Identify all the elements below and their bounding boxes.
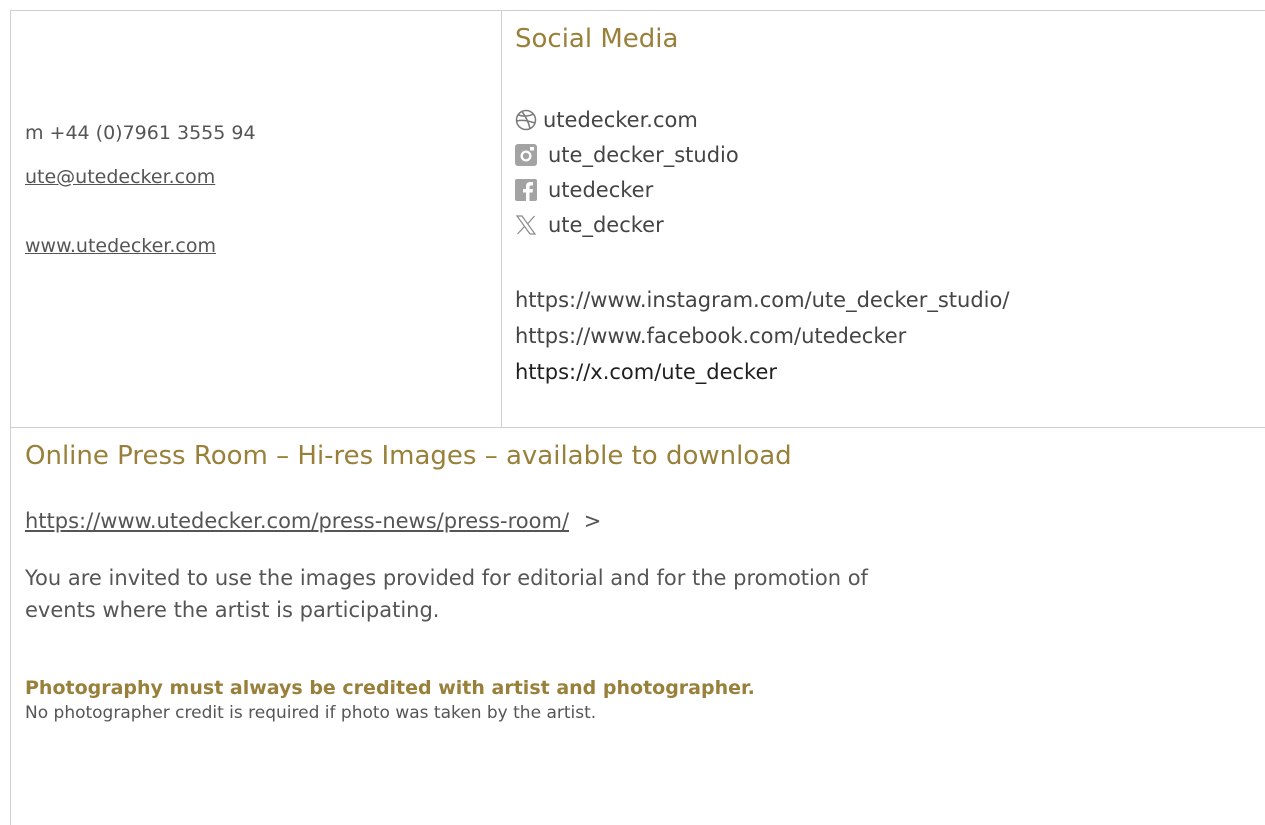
x-url-link[interactable]: https://x.com/ute_decker [515, 360, 777, 384]
press-room-heading: Online Press Room – Hi-res Images – avai… [25, 441, 792, 471]
social-item-facebook[interactable]: utedecker [515, 175, 653, 205]
credit-exception-note: No photographer credit is required if ph… [25, 703, 597, 723]
social-item-label: utedecker [548, 178, 654, 202]
row-divider [10, 427, 1265, 428]
press-room-arrow[interactable]: > [584, 509, 602, 533]
facebook-icon [515, 179, 537, 201]
dribbble-icon [515, 109, 537, 131]
press-room-link-row: https://www.utedecker.com/press-news/pre… [25, 509, 601, 533]
email-link[interactable]: ute@utedecker.com [25, 166, 215, 188]
phone-number: m +44 (0)7961 3555 94 [25, 122, 256, 144]
usage-paragraph-line: events where the artist is participating… [25, 598, 440, 622]
facebook-url-link[interactable]: https://www.facebook.com/utedecker [515, 324, 906, 348]
usage-paragraph-line: You are invited to use the images provid… [25, 566, 868, 590]
social-item-label: ute_decker [548, 213, 664, 237]
credit-requirement: Photography must always be credited with… [25, 677, 755, 699]
instagram-icon [515, 144, 537, 166]
website-link[interactable]: www.utedecker.com [25, 235, 216, 257]
social-item-label: utedecker.com [543, 108, 698, 132]
social-media-heading: Social Media [515, 24, 679, 54]
top-border [10, 10, 1265, 11]
instagram-url-link[interactable]: https://www.instagram.com/ute_decker_stu… [515, 288, 1009, 312]
social-item-instagram[interactable]: ute_decker_studio [515, 140, 739, 170]
x-icon [515, 214, 537, 236]
social-item-x[interactable]: ute_decker [515, 210, 664, 240]
press-room-link[interactable]: https://www.utedecker.com/press-news/pre… [25, 509, 569, 533]
column-divider [501, 10, 502, 427]
usage-paragraph: You are invited to use the images provid… [25, 562, 868, 626]
social-item-label: ute_decker_studio [548, 143, 739, 167]
left-border [10, 10, 11, 825]
social-item-website[interactable]: utedecker.com [515, 105, 698, 135]
